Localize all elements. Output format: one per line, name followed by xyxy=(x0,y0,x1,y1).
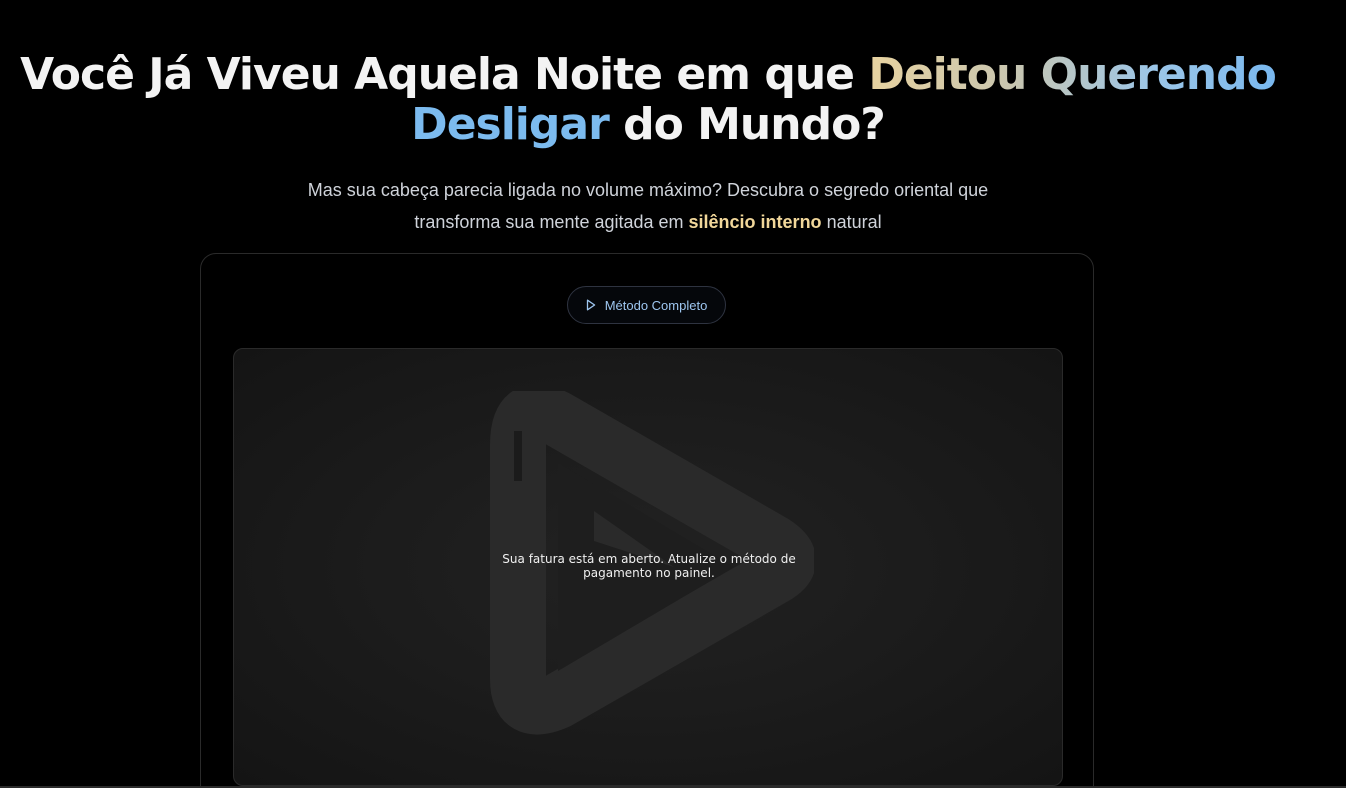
player-error-line2: pagamento no painel. xyxy=(583,566,715,580)
headline-text-start: Você Já Viveu Aquela Noite em que xyxy=(20,49,869,100)
page-subtitle: Mas sua cabeça parecia ligada no volume … xyxy=(0,174,1296,238)
page: Você Já Viveu Aquela Noite em que Deitou… xyxy=(0,0,1346,788)
player-error-line1: Sua fatura está em aberto. Atualize o mé… xyxy=(502,552,796,566)
page-headline: Você Já Viveu Aquela Noite em que Deitou… xyxy=(0,50,1296,150)
headline-text-end: do Mundo? xyxy=(608,99,886,150)
subtitle-line2-start: transforma sua mente agitada em xyxy=(414,212,689,232)
method-complete-button[interactable]: Método Completo xyxy=(567,286,726,324)
subtitle-highlight: silêncio interno xyxy=(688,212,822,232)
method-complete-label: Método Completo xyxy=(604,297,708,313)
headline-highlight-blue: Desligar xyxy=(411,99,610,150)
subtitle-line2-end: natural xyxy=(821,212,882,232)
subtitle-line1: Mas sua cabeça parecia ligada no volume … xyxy=(307,180,989,200)
player-error-message: Sua fatura está em aberto. Atualize o mé… xyxy=(234,552,1062,580)
video-player[interactable]: Sua fatura está em aberto. Atualize o mé… xyxy=(233,348,1063,786)
play-icon xyxy=(586,299,596,311)
headline-highlight-gradient: Deitou Querendo xyxy=(868,49,1277,100)
